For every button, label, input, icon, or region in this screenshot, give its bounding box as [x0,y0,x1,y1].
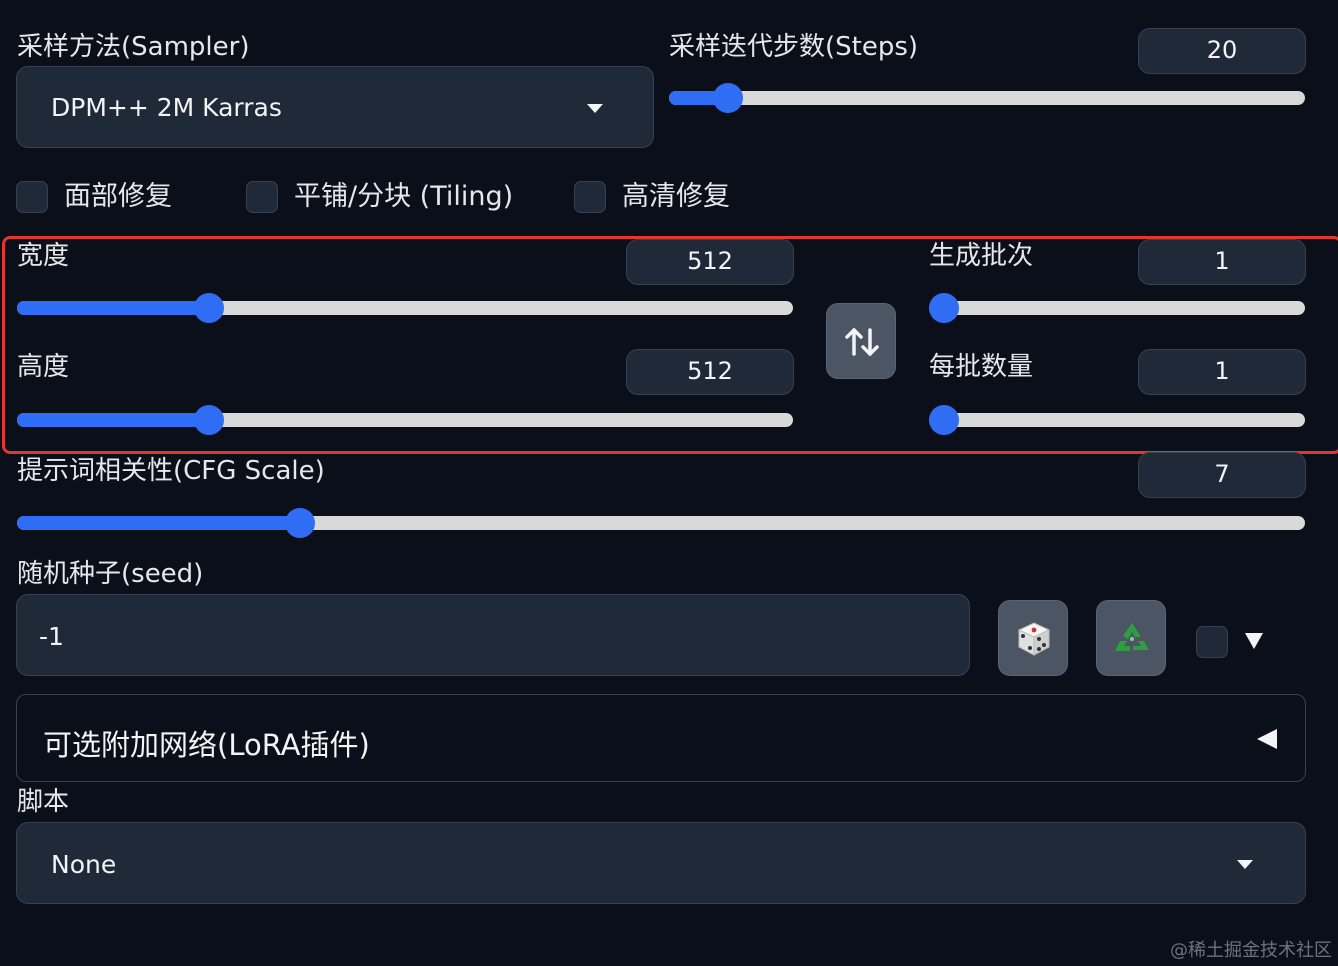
tiling-checkbox[interactable] [246,181,278,213]
hires-fix-checkbox[interactable] [574,181,606,213]
cfg-slider[interactable] [17,507,1305,539]
extra-seed-checkbox[interactable] [1196,626,1228,658]
slider-fill [17,516,300,530]
hires-fix-label: 高清修复 [622,181,730,212]
random-seed-button[interactable] [998,600,1068,676]
cfg-label: 提示词相关性(CFG Scale) [17,456,325,486]
reuse-seed-button[interactable] [1096,600,1166,676]
seed-label: 随机种子(seed) [17,559,204,589]
steps-slider[interactable] [669,82,1305,114]
dice-icon [1017,622,1051,656]
script-value: None [51,850,117,879]
slider-thumb[interactable] [929,293,959,323]
chevron-down-icon [587,104,603,113]
height-input[interactable]: 512 [626,349,794,395]
slider-thumb[interactable] [284,508,315,538]
slider-track [669,91,1305,105]
recycle-icon [1115,623,1149,651]
steps-label: 采样迭代步数(Steps) [669,32,919,62]
sampler-value: DPM++ 2M Karras [51,93,282,122]
chevron-down-icon [1237,860,1253,869]
slider-fill [17,413,209,427]
lora-accordion-label: 可选附加网络(LoRA插件) [43,728,370,762]
triangle-down-icon[interactable] [1243,631,1265,651]
batch-count-slider[interactable] [929,292,1305,324]
width-slider[interactable] [17,292,793,324]
batch-count-label: 生成批次 [929,241,1034,271]
triangle-left-icon[interactable] [1255,727,1279,751]
face-restore-checkbox[interactable] [16,181,48,213]
slider-thumb[interactable] [193,293,224,323]
script-dropdown[interactable]: None [16,822,1306,904]
seed-input[interactable]: -1 [16,594,970,676]
sampler-dropdown[interactable]: DPM++ 2M Karras [16,66,654,148]
slider-track [929,301,1305,315]
lora-accordion[interactable]: 可选附加网络(LoRA插件) [16,694,1306,782]
steps-input[interactable]: 20 [1138,28,1306,74]
batch-size-slider[interactable] [929,404,1305,436]
swap-arrows-icon [845,328,879,356]
slider-thumb[interactable] [929,405,959,435]
slider-fill [17,301,209,315]
tiling-label: 平铺/分块 (Tiling) [294,181,514,212]
slider-thumb[interactable] [193,405,224,435]
batch-count-input[interactable]: 1 [1138,239,1306,285]
batch-size-input[interactable]: 1 [1138,349,1306,395]
script-label: 脚本 [17,787,70,817]
sampler-label: 采样方法(Sampler) [17,32,250,62]
height-slider[interactable] [17,404,793,436]
width-input[interactable]: 512 [626,239,794,285]
width-label: 宽度 [17,241,70,271]
height-label: 高度 [17,352,70,382]
cfg-input[interactable]: 7 [1138,452,1306,498]
face-restore-label: 面部修复 [64,181,172,212]
batch-size-label: 每批数量 [929,352,1034,382]
slider-track [929,413,1305,427]
slider-thumb[interactable] [712,83,743,113]
seed-value: -1 [39,622,64,651]
swap-dimensions-button[interactable] [826,303,896,379]
watermark: @稀土掘金技术社区 [1170,940,1332,961]
